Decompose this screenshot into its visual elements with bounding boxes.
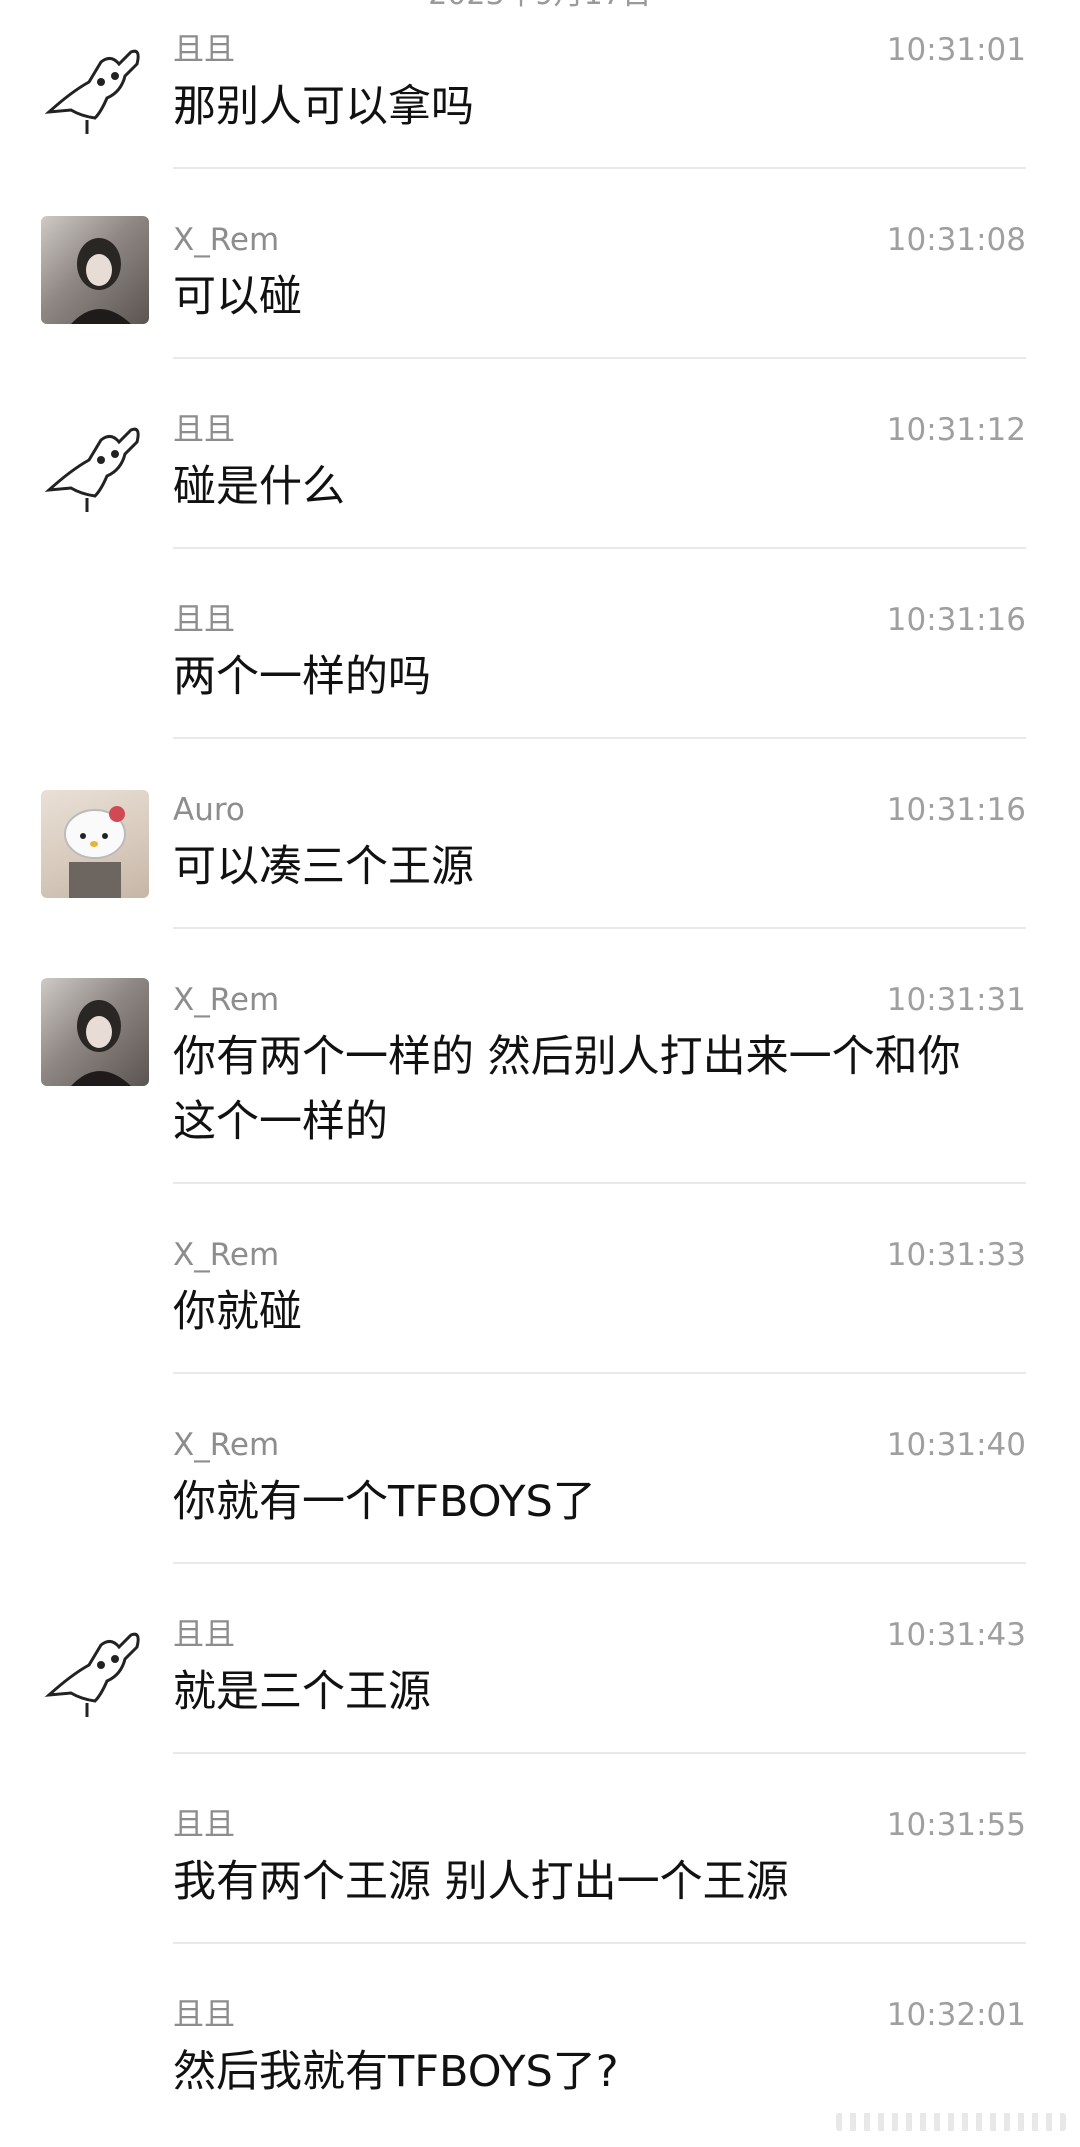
- divider: [173, 1752, 1026, 1754]
- message-time: 10:31:31: [886, 982, 1026, 1018]
- message-line: 你有两个一样的 然后别人打出来一个和你: [173, 1032, 961, 1082]
- message-item[interactable]: X_Rem 10:31:33 你就碰: [0, 1205, 1080, 1375]
- divider: [173, 1562, 1026, 1564]
- message-time: 10:32:01: [886, 1997, 1026, 2033]
- message-line: 就是三个王源: [173, 1667, 431, 1717]
- sender-name: X_Rem: [173, 1427, 280, 1463]
- message-line: 我有两个王源 别人打出一个王源: [173, 1857, 789, 1907]
- message-text: 就是三个王源: [173, 1660, 1023, 1725]
- message-time: 10:31:55: [886, 1807, 1026, 1843]
- scroll-indicator: [836, 2113, 1066, 2131]
- message-line: 两个一样的吗: [173, 652, 431, 702]
- divider: [173, 357, 1026, 359]
- divider: [173, 927, 1026, 929]
- message-text: 你就有一个TFBOYS了: [173, 1470, 1023, 1535]
- message-text: 我有两个王源 别人打出一个王源: [173, 1850, 1023, 1915]
- divider: [173, 167, 1026, 169]
- message-item[interactable]: 且且 10:31:01 那别人可以拿吗: [0, 0, 1080, 170]
- cat-sketch-avatar[interactable]: [41, 1615, 149, 1723]
- sender-name: X_Rem: [173, 1237, 280, 1273]
- message-item[interactable]: 且且 10:31:43 就是三个王源: [0, 1585, 1080, 1755]
- message-line: 这个一样的: [173, 1097, 388, 1147]
- message-item[interactable]: X_Rem 10:31:08 可以碰: [0, 190, 1080, 360]
- sender-name: X_Rem: [173, 982, 280, 1018]
- message-item[interactable]: X_Rem 10:31:31 你有两个一样的 然后别人打出来一个和你 这个一样的: [0, 950, 1080, 1185]
- message-line: 然后我就有TFBOYS了?: [173, 2047, 619, 2097]
- message-time: 10:31:01: [886, 32, 1026, 68]
- message-time: 10:31:16: [886, 792, 1026, 828]
- sender-name: 且且: [173, 412, 235, 448]
- cat-sketch-avatar[interactable]: [41, 410, 149, 518]
- divider: [173, 737, 1026, 739]
- message-item[interactable]: 且且 10:31:55 我有两个王源 别人打出一个王源: [0, 1775, 1080, 1945]
- message-text: 可以凑三个王源: [173, 835, 1023, 900]
- divider: [173, 1942, 1026, 1944]
- sender-name: Auro: [173, 792, 245, 828]
- message-text: 两个一样的吗: [173, 645, 1023, 710]
- message-item[interactable]: X_Rem 10:31:40 你就有一个TFBOYS了: [0, 1395, 1080, 1565]
- message-time: 10:31:16: [886, 602, 1026, 638]
- message-text: 碰是什么: [173, 455, 1023, 520]
- auro-avatar[interactable]: [41, 790, 149, 898]
- message-time: 10:31:08: [886, 222, 1026, 258]
- sender-name: 且且: [173, 1997, 235, 2033]
- message-text: 然后我就有TFBOYS了?: [173, 2040, 1023, 2105]
- sender-name: 且且: [173, 32, 235, 68]
- sender-name: 且且: [173, 1617, 235, 1653]
- message-item[interactable]: Auro 10:31:16 可以凑三个王源: [0, 760, 1080, 930]
- divider: [173, 547, 1026, 549]
- sender-name: X_Rem: [173, 222, 280, 258]
- message-line: 你就碰: [173, 1287, 302, 1337]
- message-line: 可以碰: [173, 272, 302, 322]
- message-time: 10:31:33: [886, 1237, 1026, 1273]
- message-line: 你就有一个TFBOYS了: [173, 1477, 596, 1527]
- message-text: 那别人可以拿吗: [173, 75, 1023, 140]
- message-text: 你就碰: [173, 1280, 1023, 1345]
- message-item[interactable]: 且且 10:31:16 两个一样的吗: [0, 570, 1080, 740]
- message-text: 可以碰: [173, 265, 1023, 330]
- x-rem-avatar[interactable]: [41, 978, 149, 1086]
- sender-name: 且且: [173, 602, 235, 638]
- message-time: 10:31:40: [886, 1427, 1026, 1463]
- message-time: 10:31:43: [886, 1617, 1026, 1653]
- cat-sketch-avatar[interactable]: [41, 32, 149, 140]
- message-line: 碰是什么: [173, 462, 345, 512]
- message-line: 可以凑三个王源: [173, 842, 474, 892]
- message-time: 10:31:12: [886, 412, 1026, 448]
- message-item[interactable]: 且且 10:31:12 碰是什么: [0, 380, 1080, 550]
- divider: [173, 1182, 1026, 1184]
- message-text: 你有两个一样的 然后别人打出来一个和你 这个一样的: [173, 1025, 1023, 1155]
- sender-name: 且且: [173, 1807, 235, 1843]
- x-rem-avatar[interactable]: [41, 216, 149, 324]
- message-line: 那别人可以拿吗: [173, 82, 474, 132]
- divider: [173, 1372, 1026, 1374]
